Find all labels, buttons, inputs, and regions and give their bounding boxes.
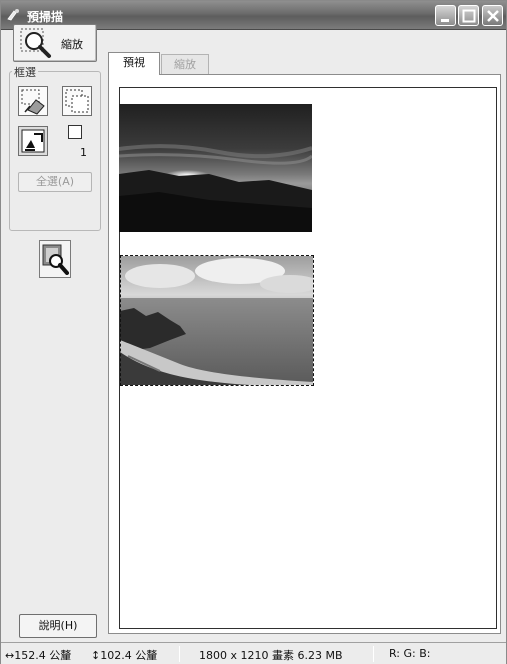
marquee-count: 1: [80, 146, 87, 159]
marquee-icon: [65, 89, 89, 113]
maximize-button[interactable]: [458, 5, 479, 26]
status-divider: [373, 646, 374, 662]
tab-zoom[interactable]: 縮放: [161, 54, 209, 74]
select-all-button[interactable]: 全選(A): [18, 172, 92, 192]
maximize-icon: [462, 9, 476, 23]
minimize-button[interactable]: [435, 5, 456, 26]
zoom-button[interactable]: 縮放: [13, 24, 97, 62]
auto-locate-button[interactable]: [18, 126, 48, 156]
zoom-button-label: 縮放: [61, 38, 83, 51]
status-bar: ↔152.4 公釐 ↕102.4 公釐 1800 x 1210 畫素 6.23 …: [1, 642, 506, 664]
window-title: 預掃描: [27, 10, 64, 24]
status-rgb: R: G: B:: [389, 647, 431, 660]
status-width: ↔152.4 公釐: [5, 649, 72, 662]
beach-photo: [120, 256, 313, 385]
status-image-info: 1800 x 1210 畫素 6.23 MB: [199, 649, 343, 662]
minimize-icon: [441, 19, 449, 22]
preview-image-sunset[interactable]: [119, 104, 312, 232]
preview-image-beach[interactable]: [120, 256, 313, 385]
marquee-group-title: 框選: [12, 64, 38, 80]
sunset-photo: [119, 104, 312, 232]
close-icon: [487, 10, 499, 22]
close-button[interactable]: [482, 5, 503, 26]
eraser-icon: [21, 89, 45, 115]
create-marquee-button[interactable]: [62, 86, 92, 116]
prescan-window: 預掃描 縮放 框選 1 全選(A) 說明(H) 預視 縮放 ↔152.4 公釐 …: [0, 0, 507, 664]
status-divider: [179, 646, 180, 662]
marquee-count-indicator: [68, 125, 82, 139]
magnifier-icon: [20, 28, 51, 58]
auto-exposure-button[interactable]: [39, 240, 71, 278]
auto-locate-icon: [21, 129, 45, 153]
scanner-icon: [7, 9, 19, 21]
auto-exposure-icon: [42, 244, 69, 275]
help-button[interactable]: 說明(H): [19, 614, 97, 638]
tab-preview[interactable]: 預視: [108, 52, 160, 75]
delete-marquee-button[interactable]: [18, 86, 48, 116]
status-height: ↕102.4 公釐: [91, 649, 158, 662]
